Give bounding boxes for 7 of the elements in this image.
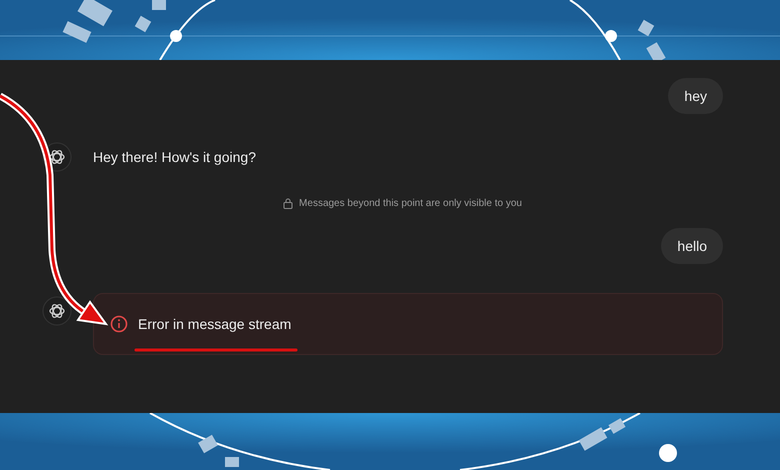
user-message: hey	[668, 78, 723, 114]
info-icon	[110, 315, 128, 333]
notice-text: Messages beyond this point are only visible to you	[299, 198, 522, 209]
lock-icon	[283, 198, 294, 209]
user-message: hello	[661, 228, 723, 264]
assistant-message: Hey there! How's it going?	[93, 149, 256, 165]
error-message: Error in message stream	[138, 316, 292, 332]
